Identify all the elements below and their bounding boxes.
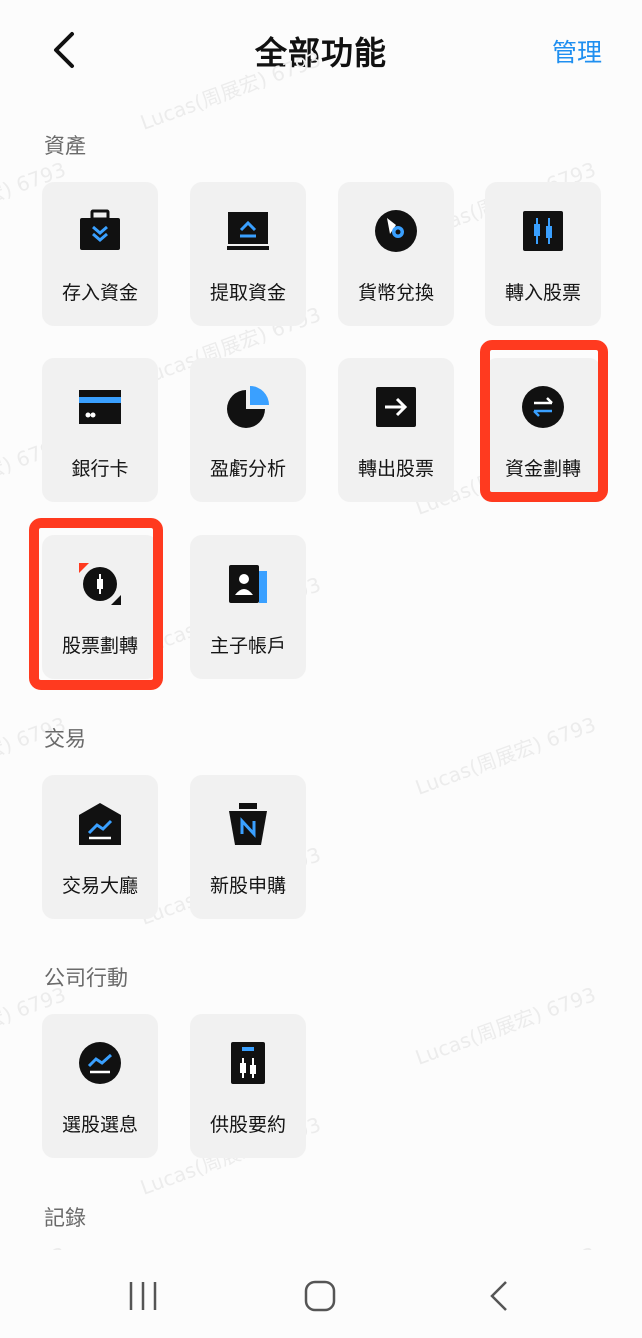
ipo-bag-icon (229, 803, 267, 845)
section-title-assets: 資產 (44, 134, 86, 158)
card-icon (79, 390, 121, 424)
pnl-analysis-tile[interactable]: 盈虧分析 (190, 358, 306, 502)
master-sub-account-tile[interactable]: 主子帳戶 (190, 535, 306, 679)
manage-button[interactable]: 管理 (552, 33, 602, 69)
candlestick-icon (523, 211, 563, 251)
tile-label: 盈虧分析 (209, 458, 286, 480)
tile-label: 存入資金 (61, 282, 138, 304)
contact-book-icon (229, 565, 267, 603)
section-title-trade: 交易 (44, 727, 86, 751)
tile-label: 選股選息 (61, 1114, 138, 1136)
tile-label: 銀行卡 (71, 458, 129, 480)
recent-apps-button[interactable] (123, 1276, 163, 1316)
tile-label: 貨幣兌換 (357, 282, 434, 304)
page-title: 全部功能 (254, 34, 387, 72)
trend-circle-icon (79, 1042, 121, 1084)
highlight-box (480, 340, 608, 502)
ipo-subscription-tile[interactable]: 新股申購 (190, 775, 306, 919)
currency-exchange-icon (375, 210, 417, 252)
home-button[interactable] (300, 1276, 340, 1316)
tile-label: 新股申購 (209, 875, 286, 897)
tile-label: 主子帳戶 (209, 635, 286, 657)
recent-apps-icon (129, 1282, 157, 1310)
home-icon (304, 1280, 336, 1312)
bank-card-tile[interactable]: 銀行卡 (42, 358, 158, 502)
currency-exchange-tile[interactable]: 貨幣兌換 (338, 182, 454, 326)
system-back-button[interactable] (480, 1276, 520, 1316)
dividend-election-tile[interactable]: 選股選息 (42, 1014, 158, 1158)
candlestick-card-icon (231, 1042, 265, 1084)
tile-label: 供股要約 (209, 1114, 286, 1136)
rights-offer-tile[interactable]: 供股要約 (190, 1014, 306, 1158)
tile-label: 提取資金 (209, 282, 286, 304)
tile-label: 轉出股票 (357, 458, 434, 480)
pie-chart-icon (227, 386, 269, 428)
trading-hall-tile[interactable]: 交易大廳 (42, 775, 158, 919)
section-title-corporate-actions: 公司行動 (44, 966, 128, 990)
briefcase-down-icon (80, 209, 120, 250)
arrow-right-icon (376, 387, 416, 427)
watermark: Lucas(周展宏) 6793 (412, 982, 599, 1070)
watermark: Lucas(周展宏) 6793 (412, 712, 599, 800)
system-nav-bar (0, 1250, 642, 1338)
monitor-up-icon (227, 212, 269, 250)
highlight-box (29, 518, 163, 690)
deposit-funds-tile[interactable]: 存入資金 (42, 182, 158, 326)
transfer-out-stocks-tile[interactable]: 轉出股票 (338, 358, 454, 502)
hall-chart-icon (79, 803, 121, 845)
withdraw-funds-tile[interactable]: 提取資金 (190, 182, 306, 326)
header: 全部功能 管理 (0, 0, 642, 104)
transfer-in-stocks-tile[interactable]: 轉入股票 (485, 182, 601, 326)
section-title-records: 記錄 (44, 1206, 86, 1230)
tile-label: 交易大廳 (61, 875, 138, 897)
back-icon (490, 1281, 507, 1311)
tile-label: 轉入股票 (504, 282, 581, 304)
